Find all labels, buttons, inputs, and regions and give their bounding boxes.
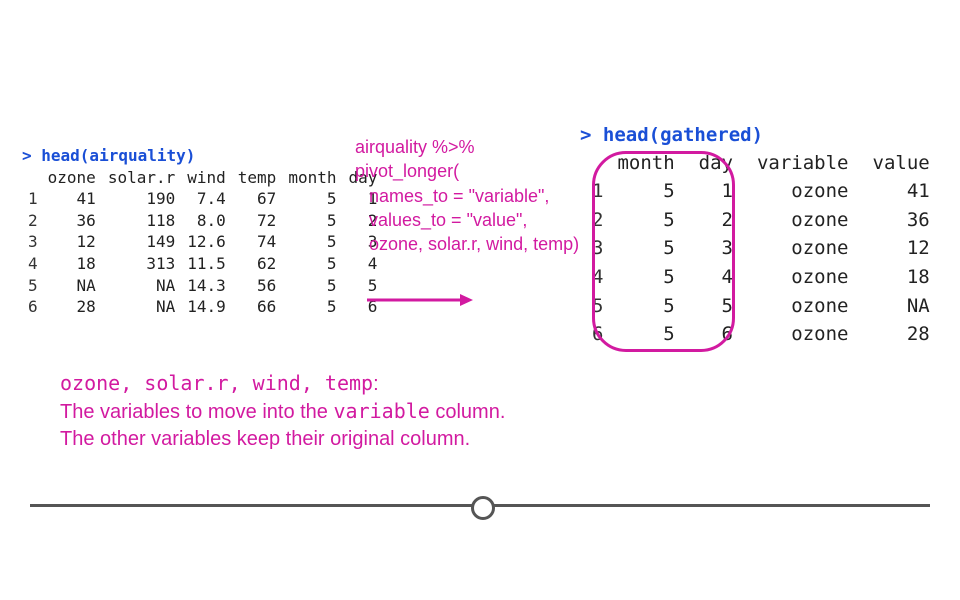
explain-line-2: The variables to move into the variable … [60,398,505,426]
table-row: 353ozone12 [580,234,942,263]
slider-thumb[interactable] [471,496,495,520]
code-line: values_to = "value", [355,208,579,232]
table-header-row: ozone solar.r wind temp month day [22,167,383,189]
code-line: names_to = "variable", [355,184,579,208]
table-header-row: month day variable value [580,149,942,178]
col-ozone: ozone [42,167,102,189]
explain-line-3: The other variables keep their original … [60,426,505,453]
code-line: ozone, solar.r, wind, temp) [355,232,579,256]
table-row: 151ozone41 [580,177,942,206]
col-month: month [282,167,342,189]
table-row: 656ozone28 [580,320,942,349]
table-row: 454ozone18 [580,263,942,292]
explain-line-1: ozone, solar.r, wind, temp: [60,370,505,398]
col-month: month [605,149,686,178]
prompt-symbol: > [580,124,603,146]
explain-code: ozone, solar.r, wind, temp [60,371,373,395]
col-day: day [687,149,745,178]
col-solar: solar.r [102,167,181,189]
prompt-symbol: > [22,146,41,165]
left-prompt-line: > head(airquality) [22,145,383,167]
right-console-output: > head(gathered) month day variable valu… [580,122,942,349]
left-console-output: > head(airquality) ozone solar.r wind te… [22,145,383,318]
explanation-text: ozone, solar.r, wind, temp: The variable… [60,370,505,453]
right-prompt-line: > head(gathered) [580,122,942,149]
table-row: 555ozoneNA [580,292,942,321]
code-line: pivot_longer( [355,159,579,183]
col-value: value [861,149,942,178]
table-row: 41831311.56254 [22,253,383,275]
table-row: 628NA14.96656 [22,296,383,318]
arrow-right-icon [365,290,475,310]
table-row: 2361188.07252 [22,210,383,232]
right-call: head(gathered) [603,124,763,146]
code-line: airquality %>% [355,135,579,159]
gathered-table: month day variable value 151ozone41 252o… [580,149,942,349]
table-row: 5NANA14.35655 [22,275,383,297]
progress-slider[interactable] [0,490,960,520]
airquality-table: ozone solar.r wind temp month day 141190… [22,167,383,318]
table-row: 1411907.46751 [22,188,383,210]
pivot-longer-code: airquality %>% pivot_longer( names_to = … [355,135,579,256]
col-wind: wind [181,167,232,189]
table-row: 31214912.67453 [22,231,383,253]
table-row: 252ozone36 [580,206,942,235]
col-temp: temp [232,167,283,189]
col-variable: variable [745,149,861,178]
left-call: head(airquality) [41,146,195,165]
